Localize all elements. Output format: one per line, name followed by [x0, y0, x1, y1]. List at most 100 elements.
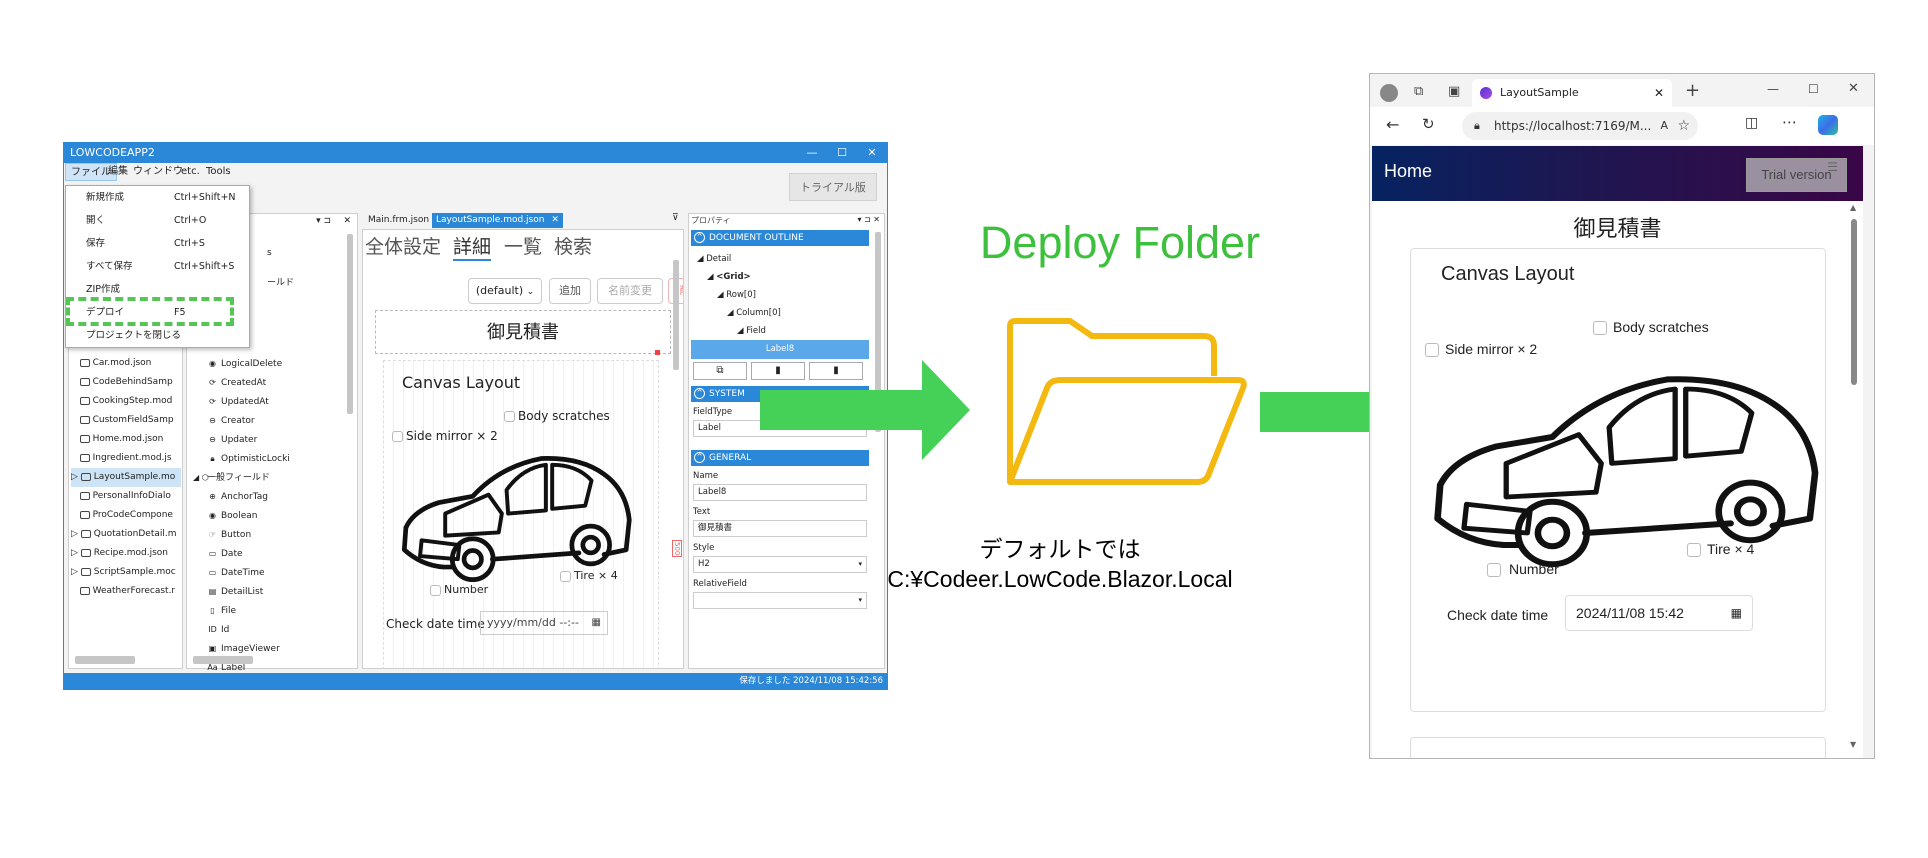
copy-icon[interactable]: ⧉ — [693, 362, 747, 380]
rename-button[interactable]: 名前変更 — [597, 278, 663, 304]
page-scrollbar[interactable]: ▲ ▼ — [1850, 203, 1858, 753]
refresh-icon[interactable]: ↻ — [1422, 115, 1435, 133]
split-screen-icon[interactable]: ◫ — [1745, 115, 1758, 131]
expand-icon[interactable] — [71, 358, 80, 368]
tire-checkbox[interactable] — [560, 571, 571, 582]
toolbox-item[interactable]: ⊖ Updater — [193, 430, 353, 449]
copilot-icon[interactable] — [1818, 115, 1838, 135]
tire-checkbox[interactable] — [1687, 543, 1701, 557]
close-icon[interactable]: ▾ ⊐ ✕ — [857, 215, 880, 224]
file-menu-item[interactable]: 新規作成 Ctrl+Shift+N — [66, 186, 249, 209]
file-menu-item[interactable]: プロジェクトを閉じる — [66, 324, 249, 347]
toolbox-item[interactable]: ⊕ AnchorTag — [193, 487, 353, 506]
close-icon[interactable]: ✕ — [1654, 79, 1664, 107]
new-tab-icon[interactable]: + — [1685, 80, 1700, 101]
trial-button[interactable]: トライアル版 — [789, 173, 877, 201]
file-list-item[interactable]: ▷ QuotationDetail.m — [71, 525, 181, 544]
lock-icon[interactable]: 🔒︎ — [1474, 112, 1480, 140]
expand-icon[interactable] — [71, 396, 80, 406]
body-scratches-checkbox[interactable] — [504, 411, 515, 422]
maximize-icon[interactable]: ☐ — [827, 143, 857, 163]
resize-handle[interactable] — [655, 350, 660, 355]
nav-brand[interactable]: Home — [1384, 161, 1432, 182]
toolbox-item[interactable]: ▭ Date — [193, 544, 353, 563]
toolbox-item[interactable]: ◉ Boolean — [193, 506, 353, 525]
toolbox-item[interactable]: 🔒︎ OptimisticLocki — [193, 449, 353, 468]
dropdown-icon[interactable]: ⊽ — [672, 213, 679, 223]
outline-item[interactable]: ◢ Row[0] — [717, 286, 756, 305]
heading-field[interactable]: 御見積書 — [375, 310, 671, 354]
designer-tab-detail[interactable]: 詳細 — [453, 232, 492, 261]
vertical-scrollbar[interactable] — [347, 234, 353, 414]
tab-actions-icon[interactable]: ▣ — [1448, 84, 1460, 99]
designer-tab-search[interactable]: 検索 — [554, 232, 592, 259]
maximize-icon[interactable]: ☐ — [1808, 82, 1819, 96]
close-icon[interactable]: ✕ — [857, 143, 887, 163]
designer-tab-settings[interactable]: 全体設定 — [365, 232, 441, 259]
pin-icon[interactable]: ▾ ⊐ — [316, 216, 331, 226]
check-date-input[interactable]: yyyy/mm/dd --:-- ▦ — [480, 611, 608, 635]
file-list-item[interactable]: ▷ ScriptSample.moc — [71, 563, 181, 582]
profile-icon[interactable] — [1380, 84, 1398, 102]
close-icon[interactable]: ✕ — [551, 215, 559, 225]
outline-item[interactable]: ◢ Field — [737, 322, 766, 341]
read-aloud-icon[interactable]: A — [1660, 112, 1668, 140]
layout-select[interactable]: (default) ⌄ — [468, 278, 542, 304]
expand-icon[interactable] — [71, 434, 80, 444]
style-select[interactable]: H2 ▾ — [693, 556, 867, 573]
expand-icon[interactable]: ▷ — [71, 472, 81, 482]
outline-item[interactable]: ◢ Detail — [697, 250, 731, 269]
file-list-item[interactable]: WeatherForecast.r — [71, 582, 181, 601]
horizontal-scrollbar[interactable] — [193, 656, 253, 664]
file-list-item[interactable]: ProCodeCompone — [71, 506, 181, 525]
close-window-icon[interactable]: ✕ — [1848, 81, 1859, 96]
file-list-item[interactable]: Car.mod.json — [71, 354, 181, 373]
minimize-icon[interactable]: — — [797, 143, 827, 163]
outline-item-selected[interactable]: Label8 — [691, 340, 869, 359]
minimize-icon[interactable]: — — [1767, 82, 1779, 96]
file-list-item[interactable]: ▷ LayoutSample.mo — [71, 468, 181, 487]
scroll-up-icon[interactable]: ▲ — [1850, 203, 1856, 212]
file-menu-item[interactable]: すべて保存 Ctrl+Shift+S — [66, 255, 249, 278]
favorite-icon[interactable]: ☆ — [1677, 112, 1690, 140]
file-list-item[interactable]: PersonalInfoDialo — [71, 487, 181, 506]
tab-layoutsample[interactable]: LayoutSample.mod.json ✕ — [432, 213, 563, 228]
add-button[interactable]: 追加 — [549, 278, 591, 304]
toolbox-item[interactable]: ⊖ Creator — [193, 411, 353, 430]
tab-main-frm[interactable]: Main.frm.json — [364, 213, 434, 228]
expand-icon[interactable]: ▷ — [71, 548, 81, 558]
outline-item[interactable]: ◢ Column[0] — [727, 304, 781, 323]
number-checkbox[interactable] — [1487, 563, 1501, 577]
file-list-item[interactable]: Ingredient.mod.js — [71, 449, 181, 468]
expand-icon[interactable] — [71, 377, 80, 387]
menu-tools[interactable]: Tools — [201, 163, 236, 181]
file-list-item[interactable]: CodeBehindSamp — [71, 373, 181, 392]
more-icon[interactable]: ⋯ — [1782, 113, 1797, 131]
file-menu-item[interactable]: 開く Ctrl+O — [66, 209, 249, 232]
outline-header[interactable]: ^ DOCUMENT OUTLINE — [691, 230, 869, 246]
expand-icon[interactable]: ▷ — [71, 529, 81, 539]
close-icon[interactable]: ✕ — [343, 216, 351, 226]
file-list-item[interactable]: ▷ Recipe.mod.json — [71, 544, 181, 563]
toolbox-item[interactable]: ⟳ CreatedAt — [193, 373, 353, 392]
horizontal-scrollbar[interactable] — [75, 656, 135, 664]
toolbox-item[interactable]: ▯ File — [193, 601, 353, 620]
expand-icon[interactable] — [71, 453, 80, 463]
address-bar[interactable]: 🔒︎ https://localhost:7169/M... A ☆ — [1462, 112, 1698, 140]
file-menu-item[interactable]: 保存 Ctrl+S — [66, 232, 249, 255]
text-input[interactable]: 御見積書 — [693, 520, 867, 537]
expand-icon[interactable] — [71, 586, 80, 596]
expand-icon[interactable]: ▷ — [71, 567, 81, 577]
check-date-input[interactable]: 2024/11/08 15:42 ▦ — [1565, 595, 1753, 631]
toolbox-item[interactable]: ☞ Button — [193, 525, 353, 544]
workspaces-icon[interactable]: ⧉ — [1414, 84, 1423, 99]
expand-icon[interactable] — [71, 510, 80, 520]
calendar-icon[interactable]: ▦ — [1731, 596, 1742, 630]
expand-icon[interactable] — [71, 415, 80, 425]
back-icon[interactable]: ← — [1386, 115, 1399, 134]
toolbox-category[interactable]: ◢ ⬡一般フィールド — [193, 468, 353, 487]
name-input[interactable]: Label8 — [693, 484, 867, 501]
number-checkbox[interactable] — [430, 585, 441, 596]
relative-field-select[interactable]: ▾ — [693, 592, 867, 609]
toolbox-item[interactable]: ◉ LogicalDelete — [193, 354, 353, 373]
